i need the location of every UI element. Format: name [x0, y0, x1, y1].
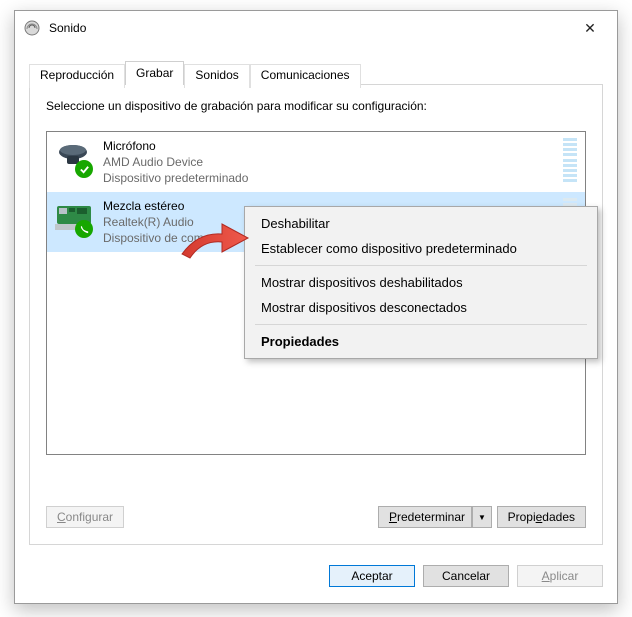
default-check-badge-icon	[75, 160, 93, 178]
panel-instruction: Seleccione un dispositivo de grabación p…	[46, 99, 427, 113]
device-driver: Realtek(R) Audio	[103, 214, 204, 230]
tab-reproduccion[interactable]: Reproducción	[29, 64, 125, 88]
device-icon	[53, 138, 97, 180]
configure-button: Configurar	[46, 506, 124, 528]
window-close-button[interactable]: ✕	[569, 14, 611, 42]
device-text: Micrófono AMD Audio Device Dispositivo p…	[103, 138, 248, 186]
sound-app-icon	[23, 19, 41, 37]
device-item-microfono[interactable]: Micrófono AMD Audio Device Dispositivo p…	[47, 132, 585, 192]
menu-item-show-disconnected[interactable]: Mostrar dispositivos desconectados	[247, 295, 595, 320]
device-icon	[53, 198, 97, 240]
tab-grabar[interactable]: Grabar	[125, 61, 184, 85]
device-status: Dispositivo de com	[103, 230, 204, 246]
menu-separator	[255, 324, 587, 325]
titlebar: Sonido ✕	[15, 11, 617, 45]
window-title: Sonido	[49, 21, 569, 35]
apply-button: Aplicar	[517, 565, 603, 587]
tab-strip: Reproducción Grabar Sonidos Comunicacion…	[29, 61, 361, 85]
device-name: Mezcla estéreo	[103, 198, 204, 214]
device-driver: AMD Audio Device	[103, 154, 248, 170]
set-default-button[interactable]: Predeterminar	[378, 506, 472, 528]
device-status: Dispositivo predeterminado	[103, 170, 248, 186]
properties-button[interactable]: Propiedades	[497, 506, 586, 528]
ok-button[interactable]: Aceptar	[329, 565, 415, 587]
device-context-menu[interactable]: Deshabilitar Establecer como dispositivo…	[244, 206, 598, 359]
menu-separator	[255, 265, 587, 266]
menu-item-show-disabled[interactable]: Mostrar dispositivos deshabilitados	[247, 270, 595, 295]
tab-comunicaciones[interactable]: Comunicaciones	[250, 64, 361, 88]
device-name: Micrófono	[103, 138, 248, 154]
close-icon: ✕	[584, 20, 596, 37]
default-comm-badge-icon	[75, 220, 93, 238]
device-text: Mezcla estéreo Realtek(R) Audio Disposit…	[103, 198, 204, 246]
menu-item-set-default[interactable]: Establecer como dispositivo predetermina…	[247, 236, 595, 261]
menu-item-disable[interactable]: Deshabilitar	[247, 211, 595, 236]
set-default-dropdown[interactable]: ▼	[472, 506, 492, 528]
menu-item-properties[interactable]: Propiedades	[247, 329, 595, 354]
dialog-button-row: Aceptar Cancelar Aplicar	[329, 565, 603, 587]
tab-sonidos[interactable]: Sonidos	[184, 64, 249, 88]
set-default-split-button[interactable]: Predeterminar ▼	[378, 506, 492, 528]
level-meter	[563, 138, 577, 182]
cancel-button[interactable]: Cancelar	[423, 565, 509, 587]
chevron-down-icon: ▼	[478, 513, 486, 522]
